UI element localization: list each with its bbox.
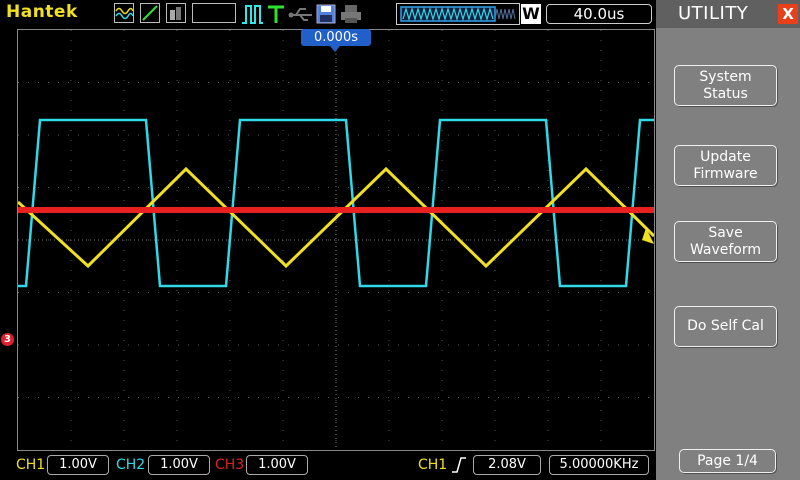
ch3-scale[interactable]: 1.00V bbox=[246, 455, 308, 475]
triggered-icon bbox=[266, 3, 286, 29]
trigger-source-label[interactable]: CH1 bbox=[418, 457, 447, 473]
frequency-readout: 5.00000KHz bbox=[549, 455, 649, 475]
utility-menu: UTILITY X System Status Update Firmware … bbox=[656, 0, 800, 480]
ch2-scale[interactable]: 1.00V bbox=[148, 455, 210, 475]
normal-mode-icon[interactable] bbox=[114, 3, 134, 23]
pulse-trigger-icon bbox=[240, 3, 264, 29]
system-status-button[interactable]: System Status bbox=[674, 65, 777, 106]
update-firmware-button[interactable]: Update Firmware bbox=[674, 145, 777, 186]
button-line: Do Self Cal bbox=[687, 318, 764, 334]
trigger-position-label[interactable]: 0.000s bbox=[301, 29, 371, 46]
self-cal-button[interactable]: Do Self Cal bbox=[674, 306, 777, 347]
button-line: Firmware bbox=[693, 165, 758, 182]
trigger-level[interactable]: 2.08V bbox=[473, 455, 541, 475]
menu-title: UTILITY bbox=[678, 3, 749, 24]
ch1-scale[interactable]: 1.00V bbox=[47, 455, 109, 475]
button-line: Save bbox=[708, 224, 743, 241]
top-status-bar: Hantek W 40.0us bbox=[0, 0, 656, 28]
save-waveform-button[interactable]: Save Waveform bbox=[674, 221, 777, 262]
average-mode-icon[interactable] bbox=[166, 3, 186, 23]
channel-status-bar: CH1 1.00V CH2 1.00V CH3 1.00V CH1 2.08V … bbox=[0, 452, 656, 480]
button-line: Status bbox=[703, 85, 748, 102]
ch3-level-marker[interactable]: 3 bbox=[1, 333, 14, 346]
rising-edge-icon bbox=[451, 455, 467, 479]
save-disk-icon[interactable] bbox=[316, 3, 336, 29]
waveform-display[interactable] bbox=[16, 29, 656, 451]
waveform-canvas bbox=[16, 30, 656, 450]
mode-slot bbox=[192, 3, 236, 23]
trigger-position-marker bbox=[330, 46, 340, 52]
peak-detect-icon[interactable] bbox=[140, 3, 160, 23]
usb-icon bbox=[288, 3, 314, 29]
button-line: Waveform bbox=[689, 241, 762, 258]
page-button[interactable]: Page 1/4 bbox=[679, 449, 776, 473]
printer-icon[interactable] bbox=[340, 3, 362, 29]
ch2-label[interactable]: CH2 bbox=[116, 457, 145, 473]
menu-title-bar: UTILITY X bbox=[656, 0, 800, 28]
close-icon[interactable]: X bbox=[778, 4, 798, 24]
button-line: System bbox=[699, 68, 752, 85]
ch1-trace bbox=[16, 166, 656, 269]
ch1-label[interactable]: CH1 bbox=[16, 457, 45, 473]
memory-overview-bar[interactable] bbox=[396, 3, 520, 25]
button-line: Update bbox=[700, 148, 751, 165]
ch3-label[interactable]: CH3 bbox=[215, 457, 244, 473]
wave-window-button[interactable]: W bbox=[521, 4, 541, 24]
time-per-division[interactable]: 40.0us bbox=[546, 4, 652, 24]
brand-logo: Hantek bbox=[6, 2, 78, 22]
